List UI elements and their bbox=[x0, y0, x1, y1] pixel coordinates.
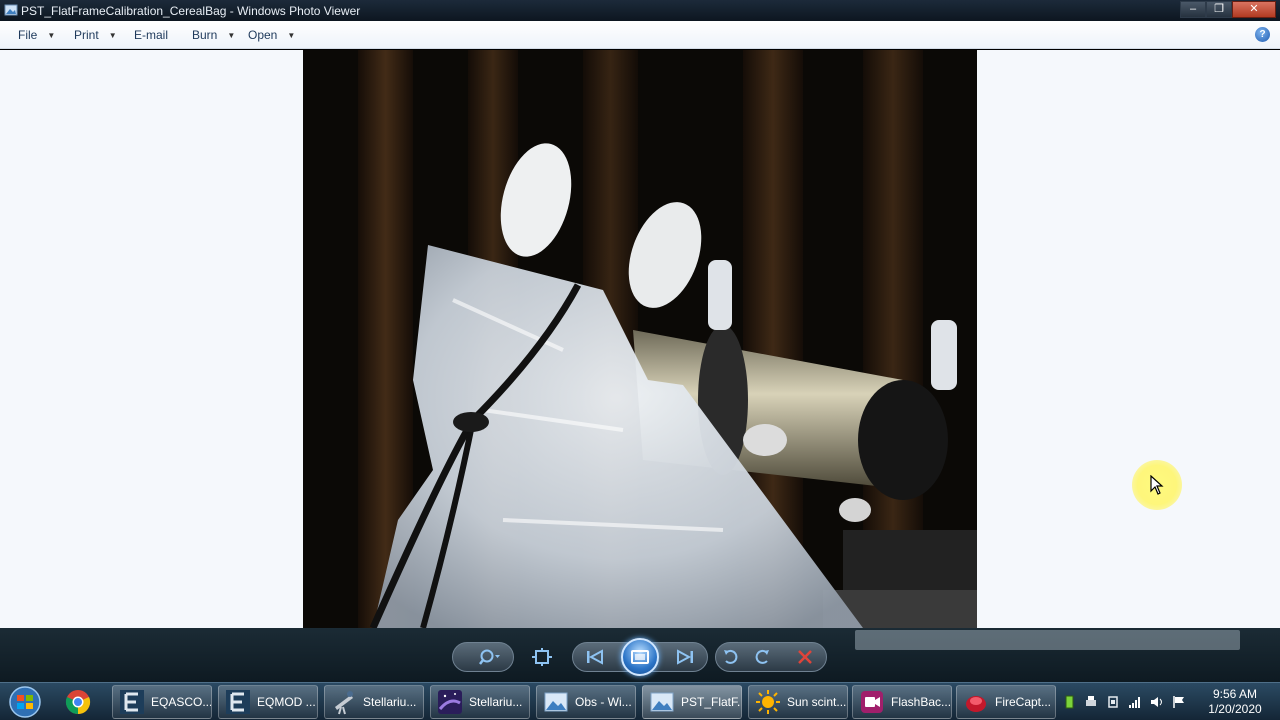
action-center-flag-icon[interactable] bbox=[1172, 695, 1186, 709]
windows-logo-icon bbox=[9, 686, 41, 718]
sun-icon bbox=[756, 690, 780, 714]
chevron-down-icon: ▼ bbox=[287, 30, 296, 40]
taskbar-label: Stellariu... bbox=[363, 695, 417, 709]
delete-icon[interactable] bbox=[793, 646, 817, 668]
rotate-clockwise-icon[interactable] bbox=[750, 646, 774, 668]
eqmod-icon bbox=[226, 690, 250, 714]
taskbar-stellarium-scope[interactable]: Stellariu... bbox=[324, 685, 424, 719]
taskbar-obs-photo[interactable]: Obs - Wi... bbox=[536, 685, 636, 719]
rotate-counterclockwise-icon[interactable] bbox=[719, 646, 743, 668]
taskbar-flashback[interactable]: FlashBac... bbox=[852, 685, 952, 719]
menu-print[interactable]: Print ▼ bbox=[74, 28, 117, 42]
volume-icon[interactable] bbox=[1150, 695, 1164, 709]
taskbar-label: FlashBac... bbox=[891, 695, 952, 709]
photo-icon bbox=[544, 692, 568, 712]
stellarium-scope-icon bbox=[335, 691, 353, 715]
menu-email-label: E-mail bbox=[134, 28, 169, 42]
taskbar-label: PST_FlatF... bbox=[681, 695, 742, 709]
taskbar-eqascom[interactable]: EQASCO... bbox=[112, 685, 212, 719]
taskbar-eqmod[interactable]: EQMOD ... bbox=[218, 685, 318, 719]
chevron-down-icon: ▼ bbox=[108, 30, 117, 40]
menu-burn-label: Burn bbox=[192, 28, 218, 42]
chevron-down-icon: ▼ bbox=[47, 30, 56, 40]
taskbar-label: FireCapt... bbox=[995, 695, 1052, 709]
chrome-icon bbox=[65, 690, 91, 715]
help-icon[interactable]: ? bbox=[1255, 27, 1270, 42]
menu-open[interactable]: Open ▼ bbox=[248, 28, 295, 42]
printer-icon[interactable] bbox=[1084, 695, 1098, 709]
menu-burn[interactable]: Burn ▼ bbox=[192, 28, 235, 42]
menu-file[interactable]: File ▼ bbox=[18, 28, 55, 42]
taskbar-label: EQASCO... bbox=[151, 695, 212, 709]
window-title: PST_FlatFrameCalibration_CerealBag - Win… bbox=[21, 4, 361, 18]
taskbar-label: Obs - Wi... bbox=[575, 695, 632, 709]
blurred-overlay bbox=[855, 630, 1240, 650]
taskbar-firecapture[interactable]: FireCapt... bbox=[956, 685, 1056, 719]
taskbar-label: Sun scint... bbox=[787, 695, 847, 709]
taskbar-clock[interactable]: 9:56 AM 1/20/2020 bbox=[1200, 687, 1270, 717]
clock-time: 9:56 AM bbox=[1212, 687, 1258, 701]
displayed-photo[interactable] bbox=[303, 50, 977, 628]
previous-icon[interactable] bbox=[583, 646, 607, 668]
start-button[interactable] bbox=[6, 685, 44, 719]
close-button[interactable]: ✕ bbox=[1232, 1, 1276, 18]
taskbar-pst-flatframe[interactable]: PST_FlatF... bbox=[642, 685, 742, 719]
slideshow-icon bbox=[631, 650, 649, 664]
photo-viewer-icon bbox=[4, 4, 18, 16]
taskbar-sun-scintillation[interactable]: Sun scint... bbox=[748, 685, 848, 719]
taskbar-chrome[interactable] bbox=[58, 685, 104, 719]
system-tray bbox=[1062, 683, 1186, 720]
restore-button[interactable]: ❐ bbox=[1206, 1, 1232, 18]
stellarium-icon bbox=[438, 690, 462, 714]
zoom-icon[interactable] bbox=[478, 646, 502, 668]
firecapture-icon bbox=[966, 696, 986, 712]
taskbar-label: Stellariu... bbox=[469, 695, 523, 709]
menu-print-label: Print bbox=[74, 28, 99, 42]
minimize-button[interactable]: – bbox=[1180, 1, 1206, 18]
title-bar[interactable]: PST_FlatFrameCalibration_CerealBag - Win… bbox=[0, 0, 1280, 21]
screen: PST_FlatFrameCalibration_CerealBag - Win… bbox=[0, 0, 1280, 720]
battery-icon[interactable] bbox=[1062, 695, 1076, 709]
menu-open-label: Open bbox=[248, 28, 278, 42]
menu-email[interactable]: E-mail bbox=[134, 28, 168, 42]
next-icon[interactable] bbox=[673, 646, 697, 668]
device-icon[interactable] bbox=[1106, 695, 1120, 709]
slideshow-button[interactable] bbox=[621, 638, 659, 676]
taskbar-stellarium[interactable]: Stellariu... bbox=[430, 685, 530, 719]
menu-file-label: File bbox=[18, 28, 38, 42]
photo-viewer-icon bbox=[650, 692, 674, 712]
clock-date: 1/20/2020 bbox=[1208, 702, 1262, 716]
photo-content bbox=[303, 50, 977, 628]
actual-size-icon[interactable] bbox=[530, 646, 554, 668]
taskbar-label: EQMOD ... bbox=[257, 695, 316, 709]
taskbar: EQASCO... EQMOD ... Stellariu... Stellar… bbox=[0, 682, 1280, 720]
image-viewport bbox=[0, 50, 1280, 628]
chevron-down-icon: ▼ bbox=[227, 30, 236, 40]
menu-bar: File ▼ Print ▼ E-mail Burn ▼ Open ▼ ? bbox=[0, 21, 1280, 49]
flashback-icon bbox=[861, 691, 883, 713]
network-icon[interactable] bbox=[1128, 695, 1142, 709]
mouse-cursor-icon bbox=[1150, 475, 1164, 495]
eqasco-icon bbox=[120, 690, 144, 714]
